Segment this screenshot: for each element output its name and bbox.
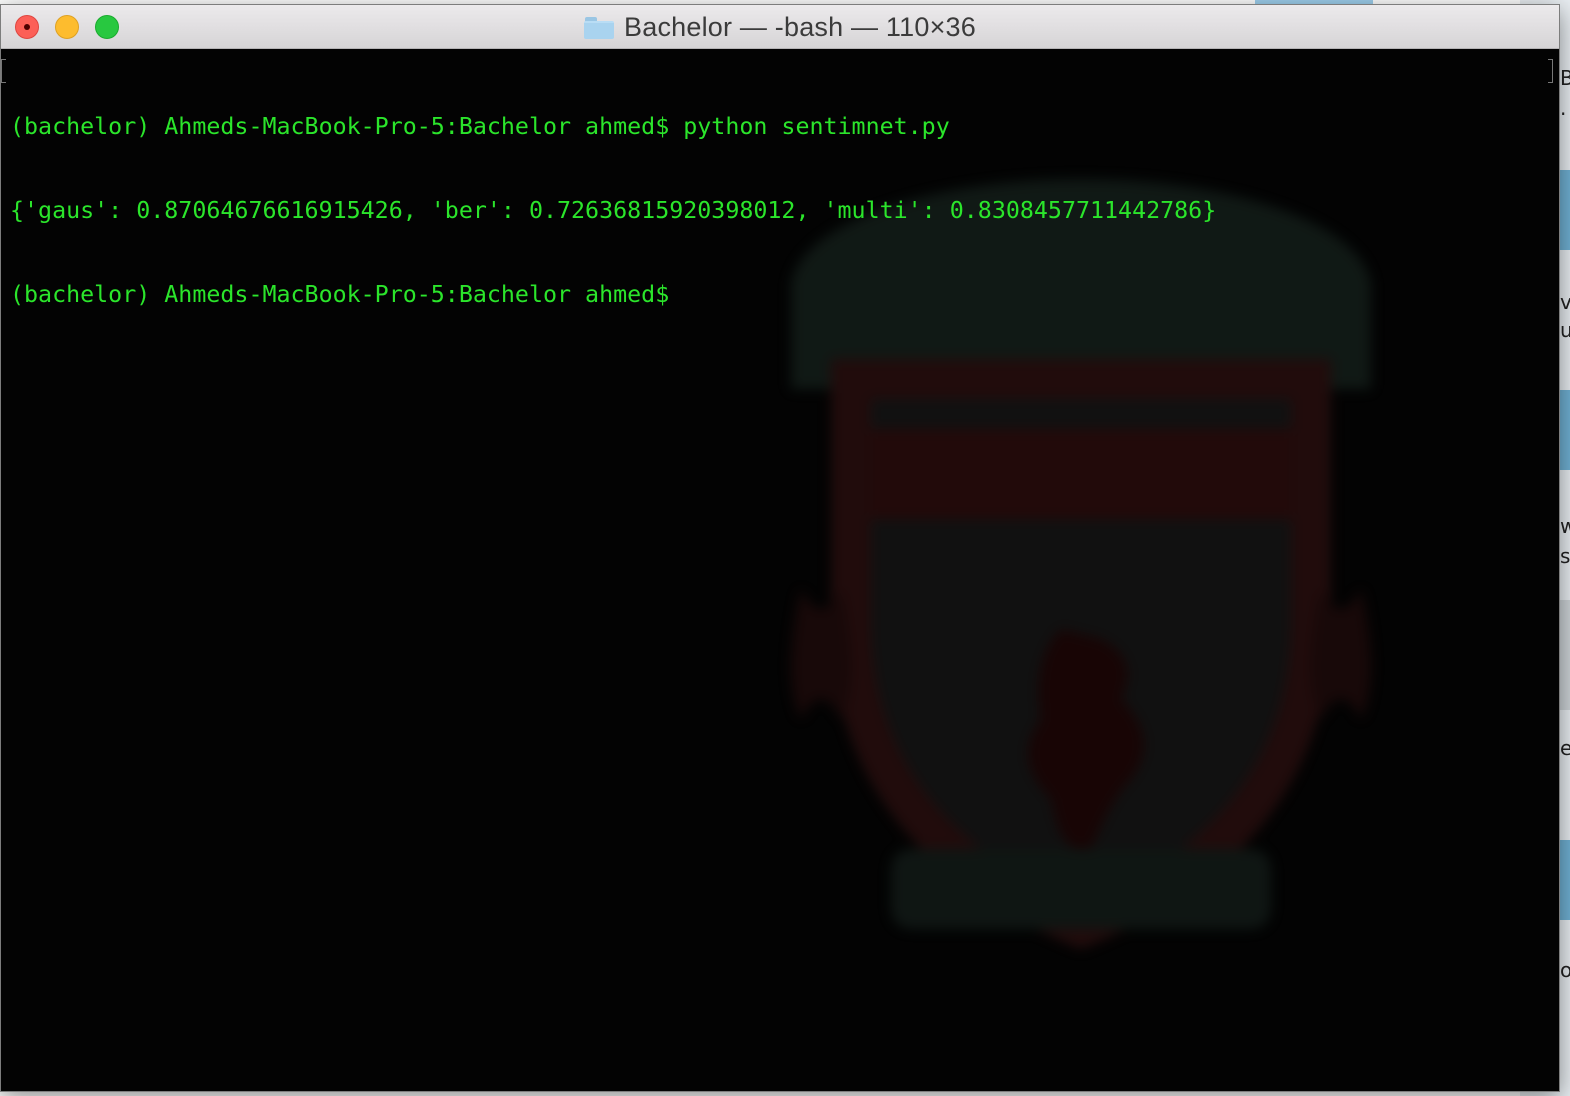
terminal-line-command: (bachelor) Ahmeds-MacBook-Pro-5:Bachelor… bbox=[10, 113, 950, 140]
background-text: e bbox=[1560, 736, 1570, 760]
terminal-window[interactable]: Bachelor — -bash — 110×36 (bachelor) Ahm… bbox=[0, 4, 1560, 1092]
background-text: v bbox=[1560, 290, 1570, 314]
window-title: Bachelor — -bash — 110×36 bbox=[624, 11, 976, 42]
background-text: w bbox=[1560, 514, 1570, 538]
mark-bracket-left bbox=[1, 59, 6, 83]
terminal-output[interactable]: (bachelor) Ahmeds-MacBook-Pro-5:Bachelor… bbox=[10, 57, 1216, 365]
mark-bracket-right bbox=[1548, 59, 1553, 83]
background-text: o bbox=[1560, 958, 1570, 982]
terminal-line-prompt[interactable]: (bachelor) Ahmeds-MacBook-Pro-5:Bachelor… bbox=[10, 281, 1216, 309]
background-text: . bbox=[1560, 96, 1567, 120]
window-title-group: Bachelor — -bash — 110×36 bbox=[1, 5, 1559, 49]
folder-icon[interactable] bbox=[584, 15, 615, 39]
background-text: u bbox=[1560, 318, 1570, 342]
terminal-line-output: {'gaus': 0.87064676616915426, 'ber': 0.7… bbox=[10, 197, 1217, 224]
background-text: s bbox=[1560, 544, 1570, 568]
background-text: B bbox=[1560, 66, 1570, 90]
title-bar[interactable]: Bachelor — -bash — 110×36 bbox=[1, 5, 1559, 49]
terminal-content[interactable]: (bachelor) Ahmeds-MacBook-Pro-5:Bachelor… bbox=[1, 49, 1559, 1091]
